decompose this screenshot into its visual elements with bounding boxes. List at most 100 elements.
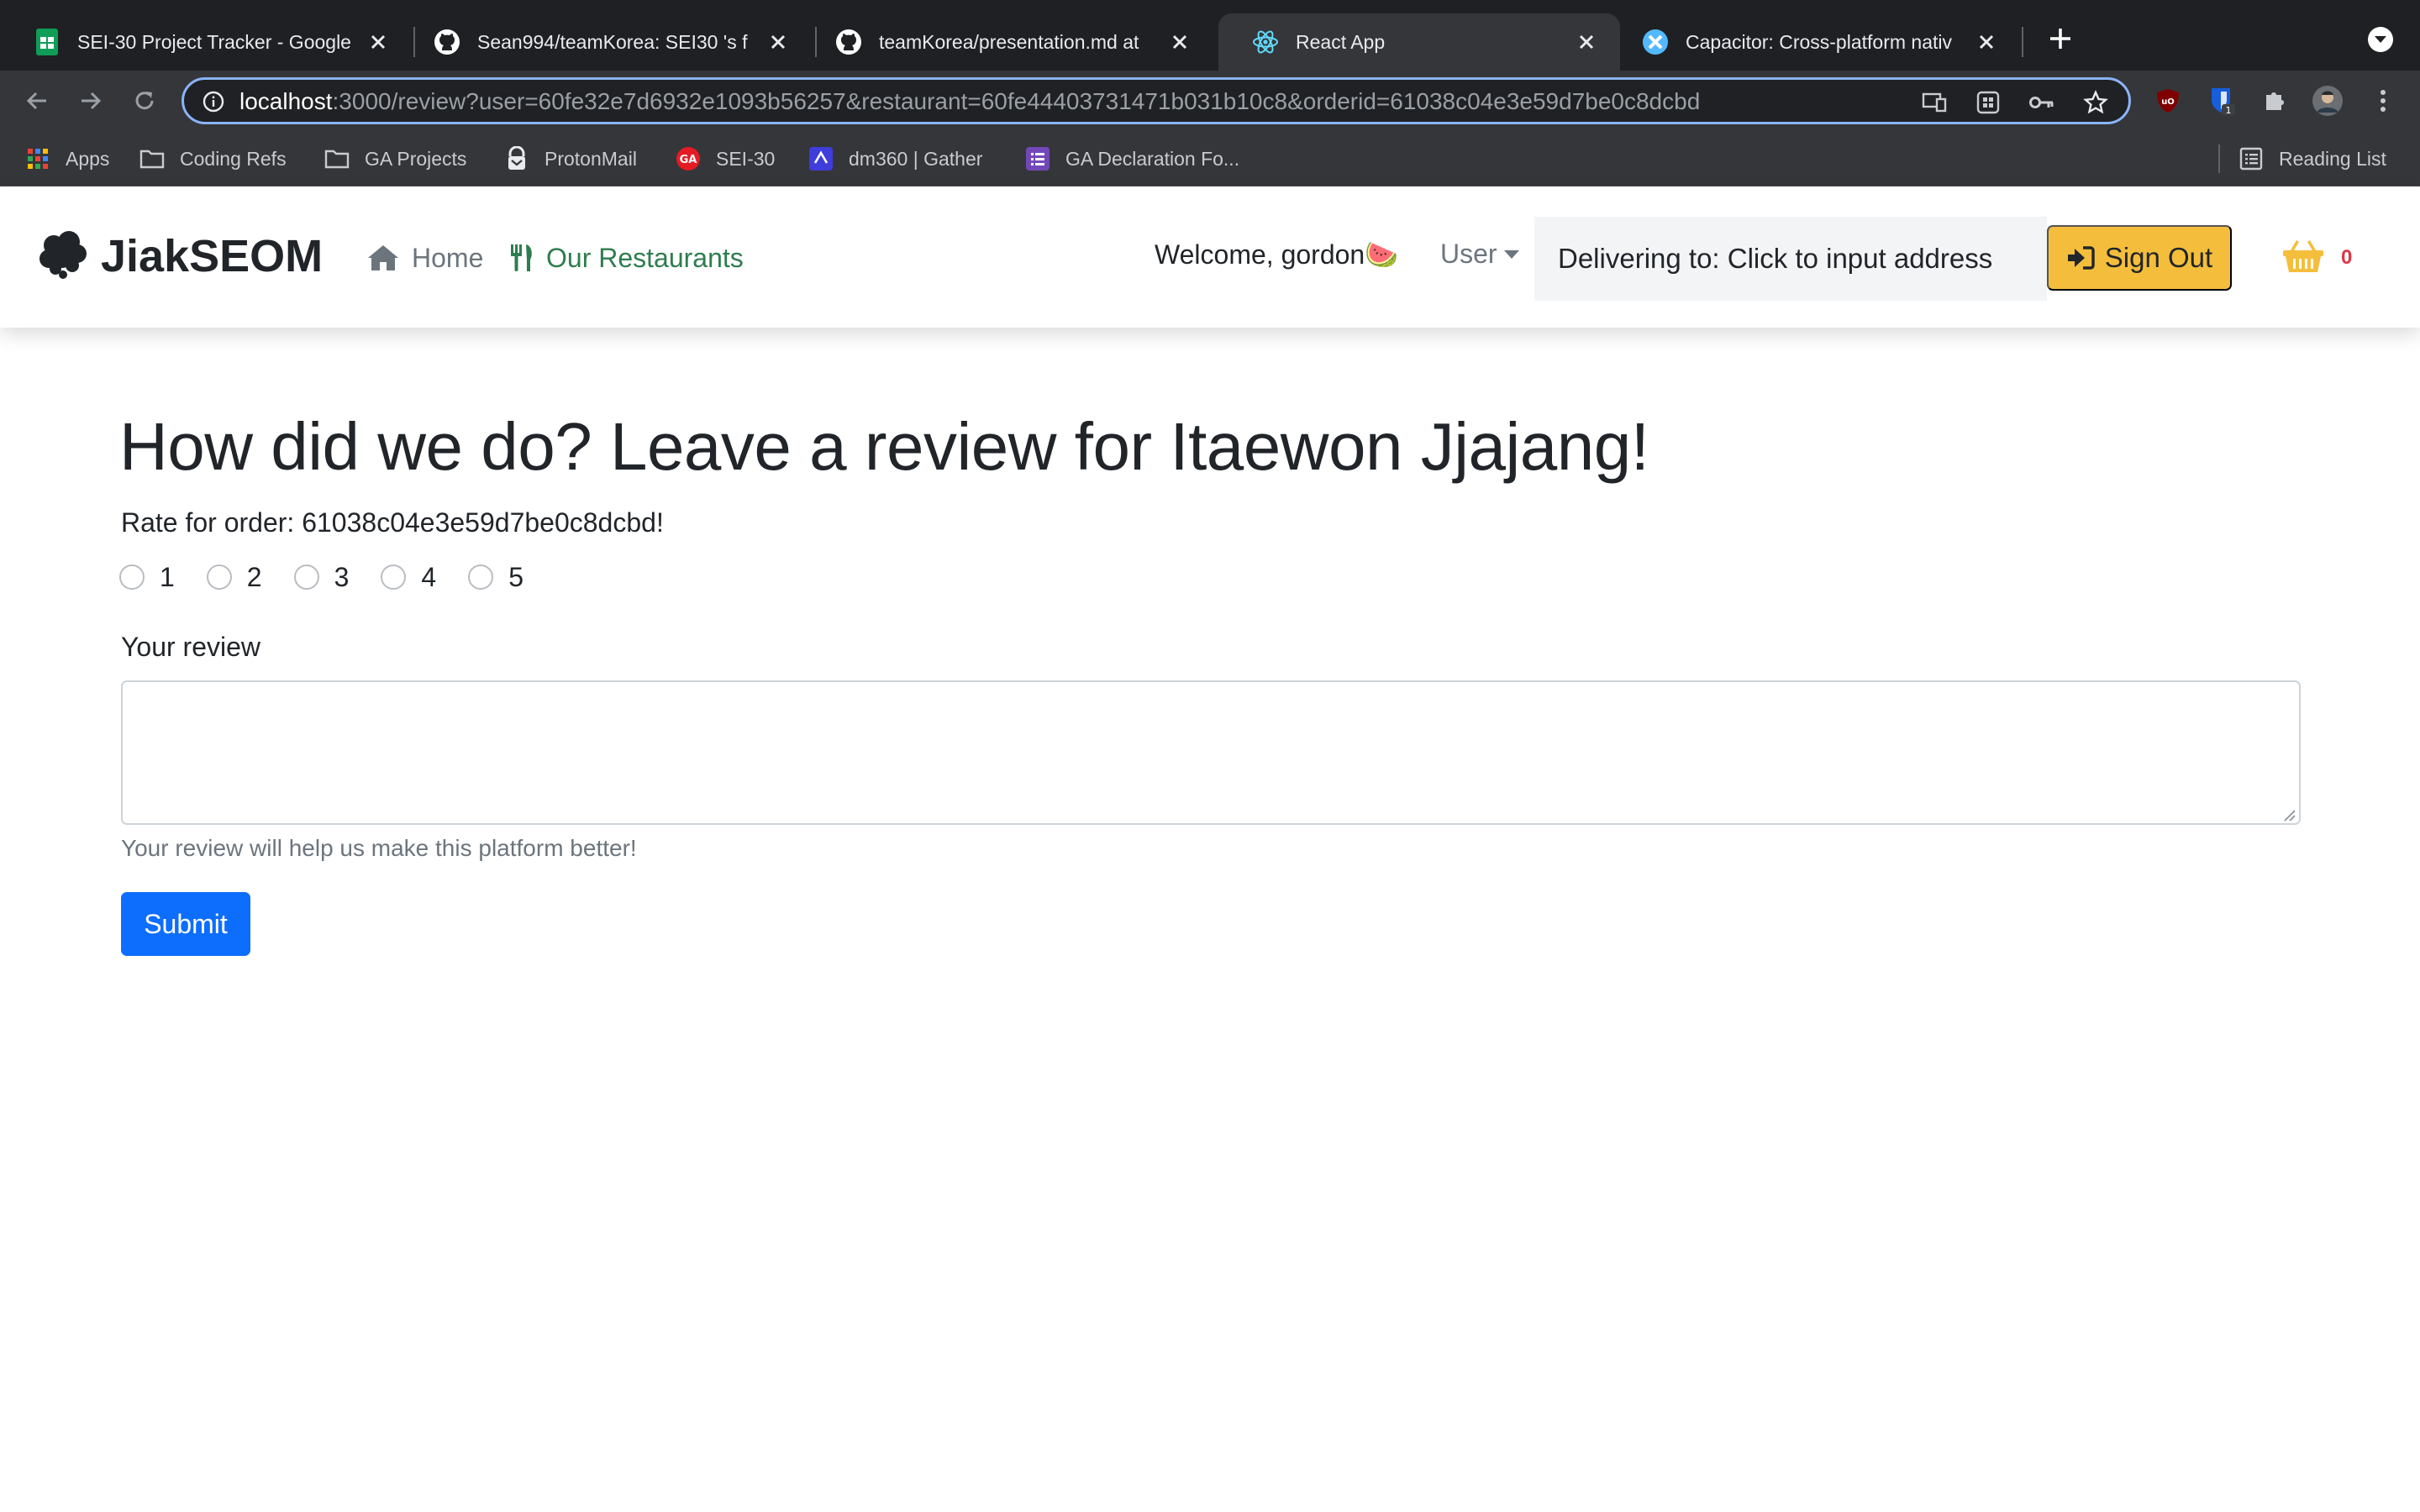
cart-button[interactable]: 0 xyxy=(2282,237,2352,279)
nav-restaurants-link[interactable]: Our Restaurants xyxy=(509,237,744,279)
reading-list-button[interactable]: Reading List xyxy=(2238,144,2386,173)
tab-capacitor[interactable]: Capacitor: Cross-platform nativ xyxy=(1608,13,2020,71)
rating-option-5[interactable]: 5 xyxy=(468,562,523,593)
rating-label: 5 xyxy=(508,561,523,592)
bookmark-ga-projects[interactable]: GA Projects xyxy=(324,144,466,173)
cast-device-icon[interactable] xyxy=(1922,90,1947,115)
tab-title: Capacitor: Cross-platform nativ xyxy=(1686,30,1952,53)
user-dropdown-label: User xyxy=(1440,239,1497,269)
review-textarea[interactable] xyxy=(121,680,2301,825)
nav-home-label: Home xyxy=(412,242,484,273)
bookmark-ga-declaration[interactable]: GA Declaration Fo... xyxy=(1025,144,1239,173)
tab-search-chevron-icon[interactable] xyxy=(2368,27,2393,52)
github-icon xyxy=(434,29,460,55)
close-tab-icon[interactable] xyxy=(1573,29,1600,55)
folder-icon xyxy=(324,146,350,171)
app-navbar: JiakSEOM Home Our Restaurants Welcome, g… xyxy=(0,186,2420,328)
forward-arrow-icon[interactable] xyxy=(76,86,106,116)
bitwarden-icon[interactable]: 1 xyxy=(2207,86,2237,116)
radio-button[interactable] xyxy=(119,564,145,590)
site-info-icon[interactable] xyxy=(203,91,224,113)
close-tab-icon[interactable] xyxy=(365,29,392,55)
tab-react-app[interactable]: React App xyxy=(1218,13,1620,71)
review-help-text: Your review will help us make this platf… xyxy=(121,835,637,861)
url-host: localhost xyxy=(239,88,333,114)
url-text[interactable]: localhost:3000/review?user=60fe32e7d6932… xyxy=(239,88,1700,115)
resize-grip-icon[interactable] xyxy=(2282,808,2296,822)
tab-project-tracker[interactable]: SEI-30 Project Tracker - Google xyxy=(0,13,412,71)
rating-option-2[interactable]: 2 xyxy=(206,562,262,593)
caret-down-icon xyxy=(1503,249,1519,259)
react-icon xyxy=(1252,29,1279,55)
welcome-message: Welcome, gordon🍉 xyxy=(1155,239,1399,270)
tab-title: React App xyxy=(1296,30,1386,53)
extensions-puzzle-icon[interactable] xyxy=(2259,86,2289,116)
apps-grid-icon xyxy=(25,146,50,171)
browser-tab-strip: SEI-30 Project Tracker - Google Sean994/… xyxy=(0,0,2420,71)
reload-icon[interactable] xyxy=(129,86,160,116)
rating-label: 3 xyxy=(334,561,350,592)
bookmark-apps[interactable]: Apps xyxy=(25,144,109,173)
back-arrow-icon[interactable] xyxy=(22,86,52,116)
tab-title: Sean994/teamKorea: SEI30 's f xyxy=(477,30,748,53)
reading-list-label: Reading List xyxy=(2279,147,2386,170)
close-tab-icon[interactable] xyxy=(1166,29,1193,55)
page-title: How did we do? Leave a review for Itaewo… xyxy=(119,409,1649,484)
bookmark-label: GA Projects xyxy=(365,147,467,170)
github-icon xyxy=(835,29,862,55)
forms-icon xyxy=(1025,146,1050,171)
bookmark-coding-refs[interactable]: Coding Refs xyxy=(139,144,287,173)
bookmark-sei-30[interactable]: GA SEI-30 xyxy=(676,144,775,173)
protonmail-icon xyxy=(504,146,529,171)
password-key-icon[interactable] xyxy=(2029,90,2054,115)
home-icon xyxy=(366,244,400,272)
delivery-address-label: Delivering to: Click to input address xyxy=(1558,243,1993,274)
brand-name: JiakSEOM xyxy=(101,231,324,281)
rating-option-3[interactable]: 3 xyxy=(293,561,350,593)
tab-separator xyxy=(2022,27,2023,57)
google-sheets-icon xyxy=(34,29,60,55)
profile-avatar[interactable] xyxy=(2312,86,2343,116)
review-field-label: Your review xyxy=(121,632,261,662)
user-dropdown-toggle[interactable]: User xyxy=(1440,239,1519,270)
brand-logo-link[interactable]: JiakSEOM xyxy=(37,227,323,286)
bookmark-label: dm360 | Gather xyxy=(849,147,983,170)
tab-title: SEI-30 Project Tracker - Google xyxy=(77,30,351,53)
tab-teamkorea-repo[interactable]: Sean994/teamKorea: SEI30 's f xyxy=(400,13,812,71)
qr-code-icon[interactable] xyxy=(1975,90,2001,115)
radio-button[interactable] xyxy=(293,564,319,590)
rating-label: 4 xyxy=(421,561,437,592)
ga-icon: GA xyxy=(676,146,701,171)
bookmark-protonmail[interactable]: ProtonMail xyxy=(504,144,637,173)
capacitor-icon xyxy=(1642,29,1669,55)
new-tab-plus-icon[interactable] xyxy=(2044,22,2077,55)
svg-text:GA: GA xyxy=(680,154,697,166)
radio-button[interactable] xyxy=(381,564,407,590)
bookmark-gather[interactable]: dm360 | Gather xyxy=(808,144,982,173)
delivery-address-button[interactable]: Delivering to: Click to input address xyxy=(1534,217,2047,301)
sign-out-button[interactable]: Sign Out xyxy=(2047,225,2232,291)
close-tab-icon[interactable] xyxy=(765,29,792,55)
submit-review-button[interactable]: Submit xyxy=(121,892,250,956)
cloud-icon xyxy=(37,228,89,285)
nav-restaurants-label: Our Restaurants xyxy=(546,242,744,273)
rating-option-4[interactable]: 4 xyxy=(381,562,436,593)
tab-presentation-md[interactable]: teamKorea/presentation.md at xyxy=(802,13,1213,71)
rating-radio-group: 1 2 3 4 5 xyxy=(119,561,555,593)
folder-icon xyxy=(139,146,165,171)
utensils-icon xyxy=(509,243,534,273)
reading-list-icon xyxy=(2238,146,2264,171)
chrome-menu-icon[interactable] xyxy=(2368,86,2398,116)
radio-button[interactable] xyxy=(468,564,494,590)
extension-badge: 1 xyxy=(2226,105,2232,116)
rating-label: 1 xyxy=(160,561,175,592)
close-tab-icon[interactable] xyxy=(1973,29,2000,55)
ublock-origin-icon[interactable]: uO xyxy=(2153,86,2183,116)
nav-home-link[interactable]: Home xyxy=(366,237,483,279)
address-bar[interactable]: localhost:3000/review?user=60fe32e7d6932… xyxy=(182,77,2131,124)
radio-button[interactable] xyxy=(206,564,232,590)
svg-text:uO: uO xyxy=(2161,97,2175,107)
bookmark-star-icon[interactable] xyxy=(2083,90,2108,115)
rating-option-1[interactable]: 1 xyxy=(119,562,175,593)
url-path: :3000/review?user=60fe32e7d6932e1093b562… xyxy=(332,88,1701,114)
